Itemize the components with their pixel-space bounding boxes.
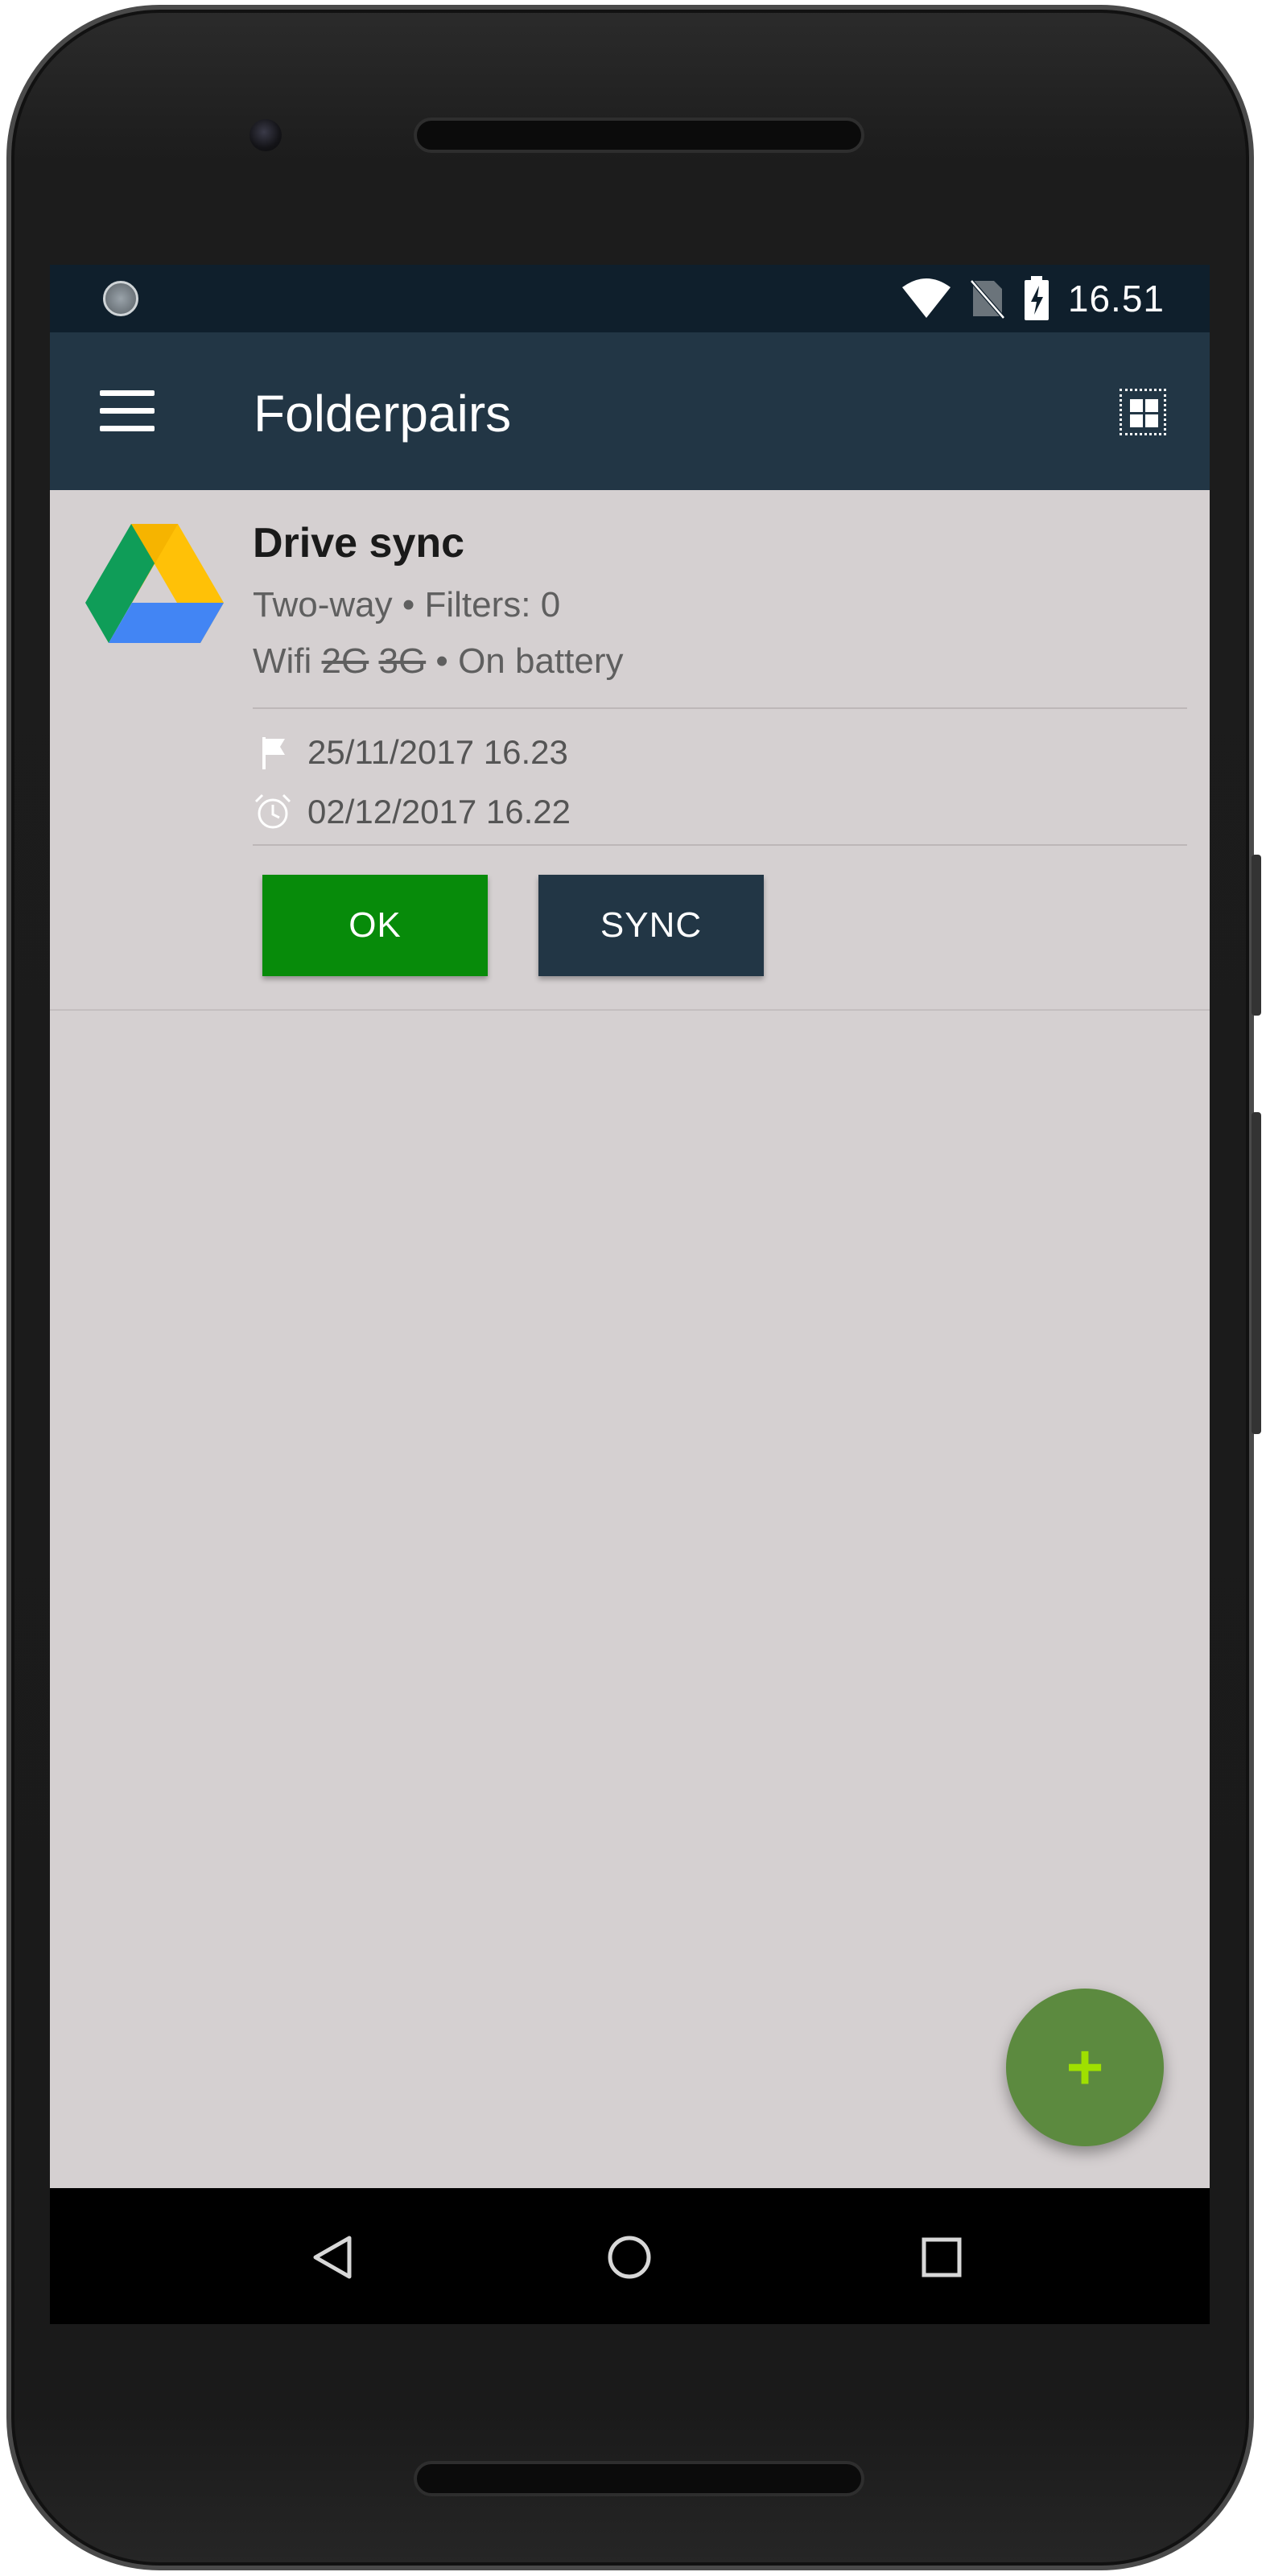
app-bar: Folderpairs [50,332,1210,490]
recents-icon[interactable] [913,2228,971,2286]
status-time: 16.51 [1067,278,1165,319]
divider [253,844,1187,846]
status-bar: 16.51 [50,265,1210,332]
connection-wifi: Wifi [253,641,312,681]
next-sync-date: 02/12/2017 16.22 [307,793,571,831]
wifi-icon [901,278,951,318]
alarm-clock-icon [254,793,291,829]
add-icon: + [1066,2031,1104,2103]
phone-screen: 16.51 Folderpairs Drive sync Two-way • F… [50,265,1210,2324]
grid-view-icon[interactable] [1120,389,1166,435]
volume-button [1252,855,1261,1016]
status-ok-button[interactable]: OK [262,875,488,976]
separator: • [402,585,415,624]
connection-3g: 3G [378,641,427,681]
connection-2g: 2G [321,641,369,681]
sync-type: Two-way [253,585,393,624]
sync-button[interactable]: SYNC [538,875,764,976]
last-sync-row: 25/11/2017 16.23 [253,728,568,777]
add-folderpair-button[interactable]: + [1006,1989,1164,2146]
divider [253,707,1187,709]
front-camera [249,119,282,151]
next-sync-row: 02/12/2017 16.22 [253,788,571,836]
folderpair-conditions: Wifi 2G 3G • On battery [253,641,624,682]
google-drive-icon [85,524,224,643]
home-icon[interactable] [600,2228,658,2286]
filters-count: Filters: 0 [424,585,561,624]
last-sync-date: 25/11/2017 16.23 [307,733,568,771]
folderpair-name: Drive sync [253,520,465,567]
power-button [1252,1112,1261,1434]
status-icons: 16.51 [901,276,1165,321]
hamburger-menu-icon[interactable] [100,390,155,432]
battery-charging-icon [1024,276,1049,320]
page-title: Folderpairs [254,385,512,443]
power-condition: On battery [458,641,624,681]
folderpair-card[interactable]: Drive sync Two-way • Filters: 0 Wifi 2G … [50,490,1210,1011]
top-speaker [414,117,864,153]
back-icon[interactable] [304,2228,362,2286]
navigation-bar [50,2188,1210,2324]
flag-icon [262,737,285,769]
bottom-speaker [414,2461,864,2496]
sync-status-icon [103,281,138,316]
folderpair-details: Two-way • Filters: 0 [253,585,560,625]
separator: • [435,641,448,681]
no-sim-icon [969,279,1005,319]
